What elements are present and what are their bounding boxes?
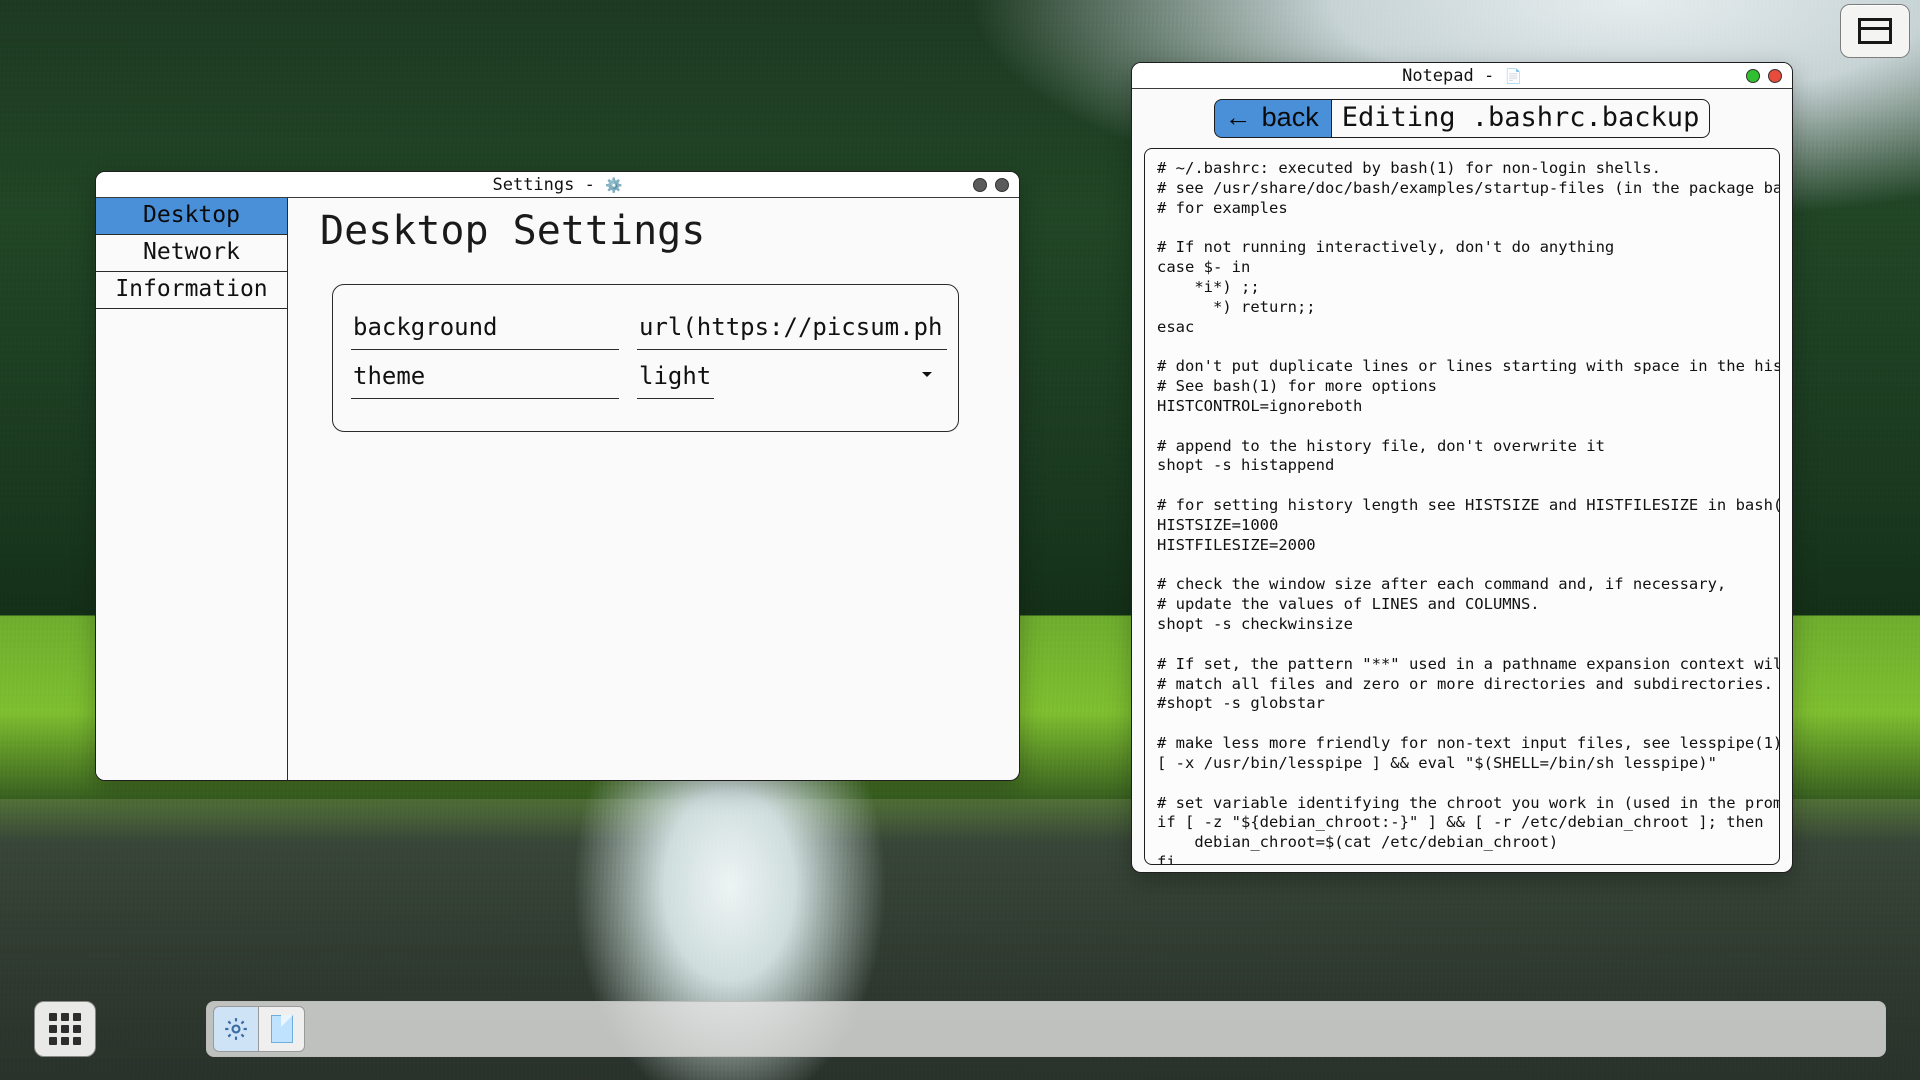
notepad-titlebar[interactable]: Notepad - 📄 [1132,63,1792,89]
label-theme: theme [351,358,619,399]
settings-titlebar[interactable]: Settings - ⚙️ [96,172,1019,198]
taskbar-tray [206,1001,1886,1057]
notepad-toolbar: ← back Editing .bashrc.backup [1132,89,1792,148]
window-control-maximize[interactable] [1746,69,1760,83]
settings-heading: Desktop Settings [320,208,993,254]
tab-desktop[interactable]: Desktop [96,198,287,235]
app-launcher[interactable] [34,1001,96,1057]
settings-title: Settings - ⚙️ [96,175,1019,195]
notepad-title-text: Notepad - [1402,66,1504,86]
document-icon: 📄 [1504,69,1521,85]
settings-content: Desktop Settings background theme light [288,198,1019,780]
tab-information[interactable]: Information [96,272,287,309]
settings-tabs: Desktop Network Information [96,198,288,780]
document-icon [271,1015,293,1043]
label-background: background [351,309,619,350]
taskbar-app-notepad[interactable] [259,1006,305,1052]
editor-container: # ~/.bashrc: executed by bash(1) for non… [1144,148,1780,865]
editor[interactable]: # ~/.bashrc: executed by bash(1) for non… [1145,149,1779,864]
notepad-title: Notepad - 📄 [1132,66,1792,86]
back-button-label: back [1262,102,1319,133]
settings-panel: background theme light [332,284,959,432]
notepad-window: Notepad - 📄 ← back Editing .bashrc.backu… [1131,62,1793,873]
window-control-close[interactable] [1768,69,1782,83]
select-theme[interactable]: light [637,358,714,399]
gear-icon [223,1016,249,1042]
window-control-minimize[interactable] [973,178,987,192]
tab-network[interactable]: Network [96,235,287,272]
window-layout-button[interactable] [1840,4,1910,58]
settings-title-text: Settings - [492,175,605,195]
taskbar [34,998,1886,1060]
settings-window: Settings - ⚙️ Desktop Network Informatio… [95,171,1020,781]
notepad-heading: Editing .bashrc.backup [1331,99,1711,138]
window-layout-icon [1858,18,1892,44]
back-button[interactable]: ← back [1214,99,1331,138]
gear-icon: ⚙️ [605,178,622,194]
app-grid-icon [49,1013,81,1045]
window-control-close[interactable] [995,178,1009,192]
taskbar-app-settings[interactable] [213,1006,259,1052]
input-background[interactable] [637,309,947,350]
arrow-left-icon: ← [1225,104,1252,131]
